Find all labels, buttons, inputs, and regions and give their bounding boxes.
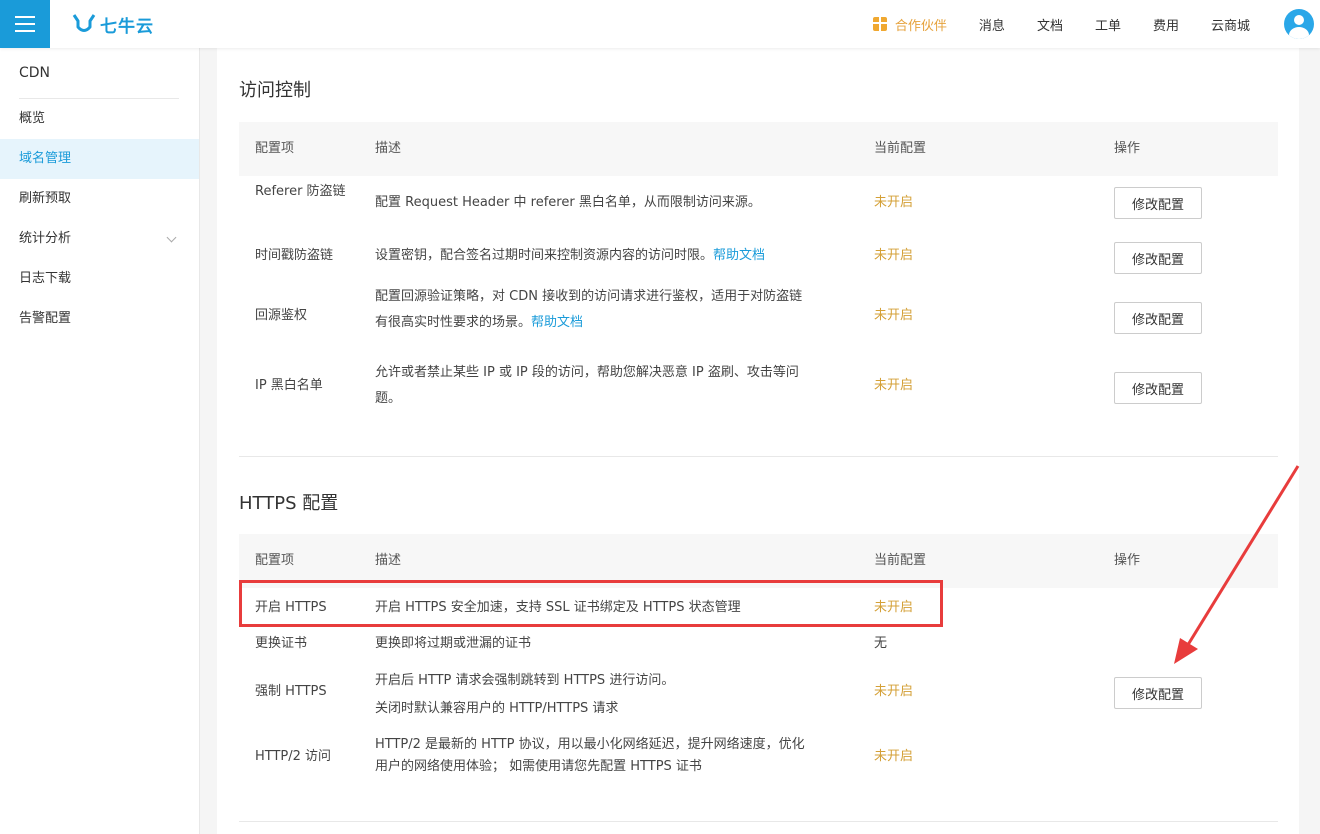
sidebar-item-domains[interactable]: 域名管理	[0, 139, 199, 179]
row-name: 更换证书	[255, 636, 308, 651]
status-badge: 未开启	[874, 308, 914, 323]
status-badge: 未开启	[874, 195, 914, 210]
access-control-title: 访问控制	[239, 80, 311, 101]
header-item: 配置项	[255, 141, 295, 156]
sidebar-item-label: 统计分析	[19, 231, 72, 246]
main-panel: 访问控制 配置项 描述 当前配置 操作 Referer 防盗链 配置 Reque…	[217, 48, 1299, 834]
table-header: 配置项 描述 当前配置 操作	[239, 122, 1278, 176]
partner-label: 合作伙伴	[894, 18, 947, 34]
table-row: HTTP/2 访问 HTTP/2 是最新的 HTTP 协议，用以最小化网络延迟，…	[239, 722, 1278, 792]
https-config-title: HTTPS 配置	[239, 493, 339, 514]
row-name: HTTP/2 访问	[255, 749, 332, 764]
status-badge: 未开启	[874, 749, 914, 764]
nav-marketplace[interactable]: 云商城	[1211, 15, 1250, 34]
hamburger-icon	[15, 16, 35, 32]
nav-messages[interactable]: 消息	[979, 15, 1005, 34]
help-doc-link[interactable]: 帮助文档	[531, 315, 583, 330]
status-badge: 未开启	[874, 600, 914, 615]
table-row: IP 黑白名单 允许或者禁止某些 IP 或 IP 段的访问，帮助您解决恶意 IP…	[239, 350, 1278, 424]
chevron-down-icon	[166, 232, 177, 243]
help-doc-link[interactable]: 帮助文档	[713, 248, 765, 263]
row-name: 回源鉴权	[255, 308, 308, 323]
status-badge: 未开启	[874, 378, 914, 393]
row-desc: HTTP/2 是最新的 HTTP 协议，用以最小化网络延迟，提升网络速度，优化用…	[375, 737, 805, 774]
header-desc: 描述	[375, 553, 402, 568]
sidebar-item-logs[interactable]: 日志下载	[0, 259, 199, 299]
menu-button[interactable]	[0, 0, 50, 48]
table-header: 配置项 描述 当前配置 操作	[239, 534, 1278, 588]
nav-billing[interactable]: 费用	[1153, 15, 1179, 34]
table-row: 更换证书 更换即将过期或泄漏的证书 无	[239, 627, 1278, 665]
header-current: 当前配置	[874, 553, 927, 568]
edit-timestamp-button[interactable]: 修改配置	[1114, 242, 1202, 274]
user-avatar[interactable]	[1284, 9, 1314, 39]
status-badge: 未开启	[874, 684, 914, 699]
header-desc: 描述	[375, 141, 402, 156]
sidebar-item-overview[interactable]: 概览	[0, 99, 199, 139]
sidebar-item-alerts[interactable]: 告警配置	[0, 299, 199, 339]
https-config-table: 配置项 描述 当前配置 操作 开启 HTTPS 开启 HTTPS 安全加速，支持…	[239, 534, 1278, 792]
access-control-table: 配置项 描述 当前配置 操作 Referer 防盗链 配置 Request He…	[239, 122, 1278, 424]
row-desc: 设置密钥，配合签名过期时间来控制资源内容的访问时限。帮助文档	[375, 248, 766, 263]
brand-name: 七牛云	[100, 16, 154, 37]
header-op: 操作	[1114, 553, 1141, 568]
status-badge: 无	[874, 636, 888, 651]
sidebar-item-statistics[interactable]: 统计分析	[0, 219, 199, 259]
row-desc: 开启后 HTTP 请求会强制跳转到 HTTPS 进行访问。 关闭时默认兼容用户的 …	[375, 673, 675, 716]
table-row: 强制 HTTPS 开启后 HTTP 请求会强制跳转到 HTTPS 进行访问。 关闭…	[239, 665, 1278, 722]
row-desc: 开启 HTTPS 安全加速，支持 SSL 证书绑定及 HTTPS 状态管理	[375, 600, 741, 615]
row-name: 时间戳防盗链	[255, 248, 334, 263]
table-row: 开启 HTTPS 开启 HTTPS 安全加速，支持 SSL 证书绑定及 HTTP…	[239, 588, 1278, 627]
row-desc: 配置回源验证策略，对 CDN 接收到的访问请求进行鉴权，适用于对防盗链 有很高实时…	[375, 289, 803, 330]
nav-tickets[interactable]: 工单	[1095, 15, 1121, 34]
top-nav: 合作伙伴 消息 文档 工单 费用 云商城	[841, 0, 1250, 48]
edit-https-button[interactable]: 修改配置	[1114, 677, 1202, 709]
top-bar: 七牛云 合作伙伴 消息 文档 工单 费用 云商城	[0, 0, 1320, 48]
qiniu-logo-icon	[72, 14, 96, 32]
gift-icon	[872, 17, 887, 31]
table-row: 时间戳防盗链 设置密钥，配合签名过期时间来控制资源内容的访问时限。帮助文档 未开…	[239, 230, 1278, 282]
row-name: IP 黑白名单	[255, 378, 323, 393]
edit-referer-button[interactable]: 修改配置	[1114, 187, 1202, 219]
section-divider	[239, 456, 1278, 457]
header-op: 操作	[1114, 141, 1141, 156]
edit-ip-list-button[interactable]: 修改配置	[1114, 372, 1202, 404]
table-row: Referer 防盗链 配置 Request Header 中 referer …	[239, 176, 1278, 230]
header-item: 配置项	[255, 553, 295, 568]
section-divider	[239, 821, 1278, 822]
row-desc: 允许或者禁止某些 IP 或 IP 段的访问，帮助您解决恶意 IP 盗刷、攻击等问…	[375, 365, 799, 406]
partner-link[interactable]: 合作伙伴	[872, 15, 947, 34]
sidebar: CDN 概览 域名管理 刷新预取 统计分析 日志下载 告警配置	[0, 48, 200, 834]
row-name: 强制 HTTPS	[255, 684, 327, 699]
sidebar-item-refresh[interactable]: 刷新预取	[0, 179, 199, 219]
row-desc: 配置 Request Header 中 referer 黑白名单，从而限制访问来…	[375, 195, 761, 210]
row-name: Referer 防盗链	[255, 184, 346, 199]
header-current: 当前配置	[874, 141, 927, 156]
row-name: 开启 HTTPS	[255, 600, 327, 615]
edit-origin-auth-button[interactable]: 修改配置	[1114, 302, 1202, 334]
sidebar-product-title: CDN	[19, 65, 51, 81]
nav-docs[interactable]: 文档	[1037, 15, 1063, 34]
logo[interactable]: 七牛云	[72, 10, 154, 38]
status-badge: 未开启	[874, 248, 914, 263]
table-row: 回源鉴权 配置回源验证策略，对 CDN 接收到的访问请求进行鉴权，适用于对防盗链…	[239, 282, 1278, 350]
row-desc: 更换即将过期或泄漏的证书	[375, 636, 532, 651]
